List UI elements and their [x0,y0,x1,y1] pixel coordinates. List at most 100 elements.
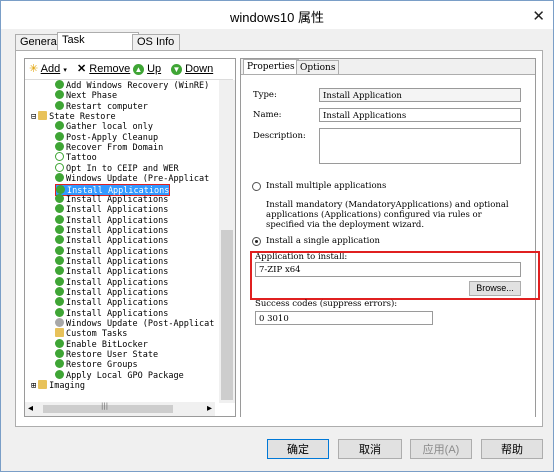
highlight-box [250,251,540,300]
tree-item[interactable]: Restore User State [55,349,158,360]
down-button[interactable]: ▼ Down [171,62,213,76]
scroll-grip-icon: ||| [101,402,109,410]
green-check-icon [55,100,64,110]
tree-item[interactable]: Recover From Domain [55,142,163,153]
tree-item[interactable]: Restart computer [55,100,148,112]
green-check-icon [55,214,64,224]
tree-vertical-scrollbar[interactable] [219,80,235,403]
tab-general[interactable]: General [15,34,62,50]
green-check-icon [55,276,64,286]
apply-button[interactable]: 应用(A) [410,439,472,459]
tree-item[interactable]: ⊞ Imaging [31,380,85,392]
tab-os-info[interactable]: OS Info [132,34,180,50]
name-field[interactable]: Install Applications [319,108,521,122]
tree-item[interactable]: Enable BitLocker [55,338,148,350]
success-codes-field[interactable]: 0 3010 [255,311,433,325]
tree-item[interactable]: Windows Update (Pre-Applicat [55,173,209,184]
tab-task-sequence[interactable]: Task Sequence [57,32,139,61]
tree-item[interactable]: Add Windows Recovery (WinRE) [55,80,209,91]
green-check-icon [55,338,64,348]
tree-item[interactable]: Install Applications [55,276,168,288]
tree-item[interactable]: Install Applications [55,297,168,308]
title-bar: windows10 属性 ✕ [1,1,553,29]
green-check-icon [55,142,64,152]
tree-toolbar: ✳ Add ▾ ✕ Remove ▲ Up ▼ Down [25,59,233,80]
properties-panel: Type: Install Application Name: Install … [241,74,540,417]
add-button[interactable]: ✳ Add ▾ [29,62,67,76]
up-label: Up [147,63,162,75]
green-check-icon [55,80,64,89]
gray-gear-icon [55,318,64,328]
tree-item[interactable]: Opt In to CEIP and WER [55,162,179,174]
task-sequence-panel: ✳ Add ▾ ✕ Remove ▲ Up ▼ Down Add Windows… [15,50,543,427]
green-check-icon [55,307,64,317]
tree-item[interactable]: Install Applications [55,204,168,215]
green-check-icon [55,359,64,369]
ok-button[interactable]: 确定 [267,439,329,459]
green-check-icon [55,297,64,307]
tree-item[interactable]: Install Applications [55,266,168,277]
task-sequence-tree[interactable]: Add Windows Recovery (WinRE) Next Phase Re… [25,80,215,403]
properties-window: windows10 属性 ✕ General Task Sequence OS … [0,0,554,472]
green-check-icon [55,287,64,296]
type-field: Install Application [319,88,521,102]
remove-label: Remove [89,63,131,75]
tab-options[interactable]: Options [296,60,340,75]
tree-item[interactable]: Install Applications [55,287,168,298]
tree-item[interactable]: Install Applications [55,214,168,226]
remove-x-icon: ✕ [77,63,87,75]
radio-multiple-applications[interactable] [252,182,261,191]
horizontal-scroll-thumb[interactable]: ||| [43,402,173,413]
remove-button[interactable]: ✕ Remove [77,62,130,76]
cancel-button[interactable]: 取消 [338,439,402,459]
tree-item[interactable]: Install Applications [55,235,168,246]
tree-item[interactable]: Gather local only [55,121,153,132]
tree-item[interactable]: Apply Local GPO Package [55,369,184,381]
tree-item[interactable]: Next Phase [55,90,117,101]
tree-item[interactable]: ⊟ State Restore [31,111,116,122]
tree-item[interactable]: Custom Tasks [55,328,127,339]
expander-icon[interactable]: ⊞ [31,381,36,391]
radio-single-label: Install a single application [266,236,380,246]
description-label: Description: [253,131,306,141]
type-label: Type: [253,90,277,100]
tree-item[interactable]: Install Applications [55,307,168,319]
tree-item[interactable]: Restore Groups [55,359,138,370]
expander-icon[interactable]: ⊟ [31,112,36,122]
green-check-icon [55,224,64,234]
down-arrow-icon: ▼ [171,64,182,75]
dropdown-arrow-icon: ▾ [63,67,67,74]
description-field[interactable] [319,128,521,164]
clock-check-icon [55,152,64,162]
tree-horizontal-scrollbar[interactable]: ◂ ||| ▸ [25,402,215,416]
tree-item[interactable]: Post-Apply Cleanup [55,131,158,143]
tree-item[interactable]: Install Applications [55,193,168,205]
help-button[interactable]: 帮助 [481,439,543,459]
down-label: Down [185,63,214,75]
up-arrow-icon: ▲ [133,64,144,75]
task-sequence-tree-pane: ✳ Add ▾ ✕ Remove ▲ Up ▼ Down Add Windows… [24,58,236,417]
radio-single-application[interactable] [252,237,261,246]
green-check-icon [55,131,64,141]
tree-item[interactable]: Tattoo [55,152,97,163]
tree-item-label: Imaging [49,381,85,392]
tree-item[interactable]: Install Applications [55,255,168,267]
green-check-icon [55,255,64,265]
tree-item[interactable]: Install Applications [55,245,168,257]
green-check-icon [55,235,64,245]
step-details-pane: Properties Options Type: Install Applica… [240,58,540,417]
scroll-left-arrow-icon[interactable]: ◂ [28,402,33,416]
success-codes-label: Success codes (suppress errors): [255,299,398,309]
green-check-icon [55,369,64,379]
vertical-scroll-thumb[interactable] [221,230,233,400]
green-check-icon [55,90,64,100]
multiple-help-text: Install mandatory (MandatoryApplications… [266,200,509,230]
green-check-icon [55,266,64,276]
scroll-right-arrow-icon[interactable]: ▸ [207,402,212,416]
tab-properties[interactable]: Properties [243,59,299,74]
tree-item[interactable]: Install Applications [55,224,168,236]
up-button[interactable]: ▲ Up [133,62,161,76]
close-icon[interactable]: ✕ [532,7,545,25]
green-check-icon [55,173,64,183]
tree-item[interactable]: Windows Update (Post-Applicati [55,318,215,329]
